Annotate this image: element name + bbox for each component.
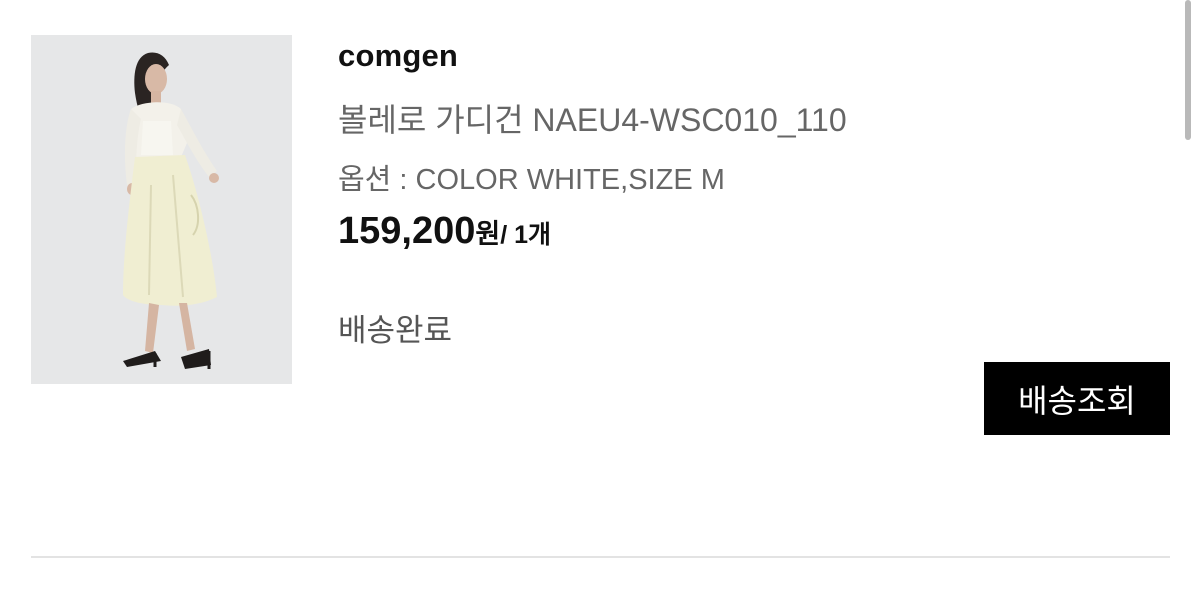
order-item: comgen 볼레로 가디건 NAEU4-WSC010_110 옵션 : COL…: [0, 0, 1200, 602]
divider: [31, 556, 1170, 558]
product-image[interactable]: [31, 35, 292, 384]
track-delivery-button[interactable]: 배송조회: [984, 362, 1170, 435]
product-name[interactable]: 볼레로 가디건 NAEU4-WSC010_110: [338, 95, 847, 141]
brand-name[interactable]: comgen: [338, 38, 458, 74]
scrollbar-thumb[interactable]: [1185, 0, 1191, 140]
model-illustration: [31, 35, 292, 384]
product-option: 옵션 : COLOR WHITE,SIZE M: [338, 164, 725, 196]
quantity: / 1개: [500, 221, 552, 249]
price-unit: 원: [475, 219, 501, 249]
price-amount: 159,200: [338, 210, 476, 252]
price-row: 159,200원/ 1개: [338, 210, 551, 253]
delivery-status: 배송완료: [338, 313, 453, 348]
